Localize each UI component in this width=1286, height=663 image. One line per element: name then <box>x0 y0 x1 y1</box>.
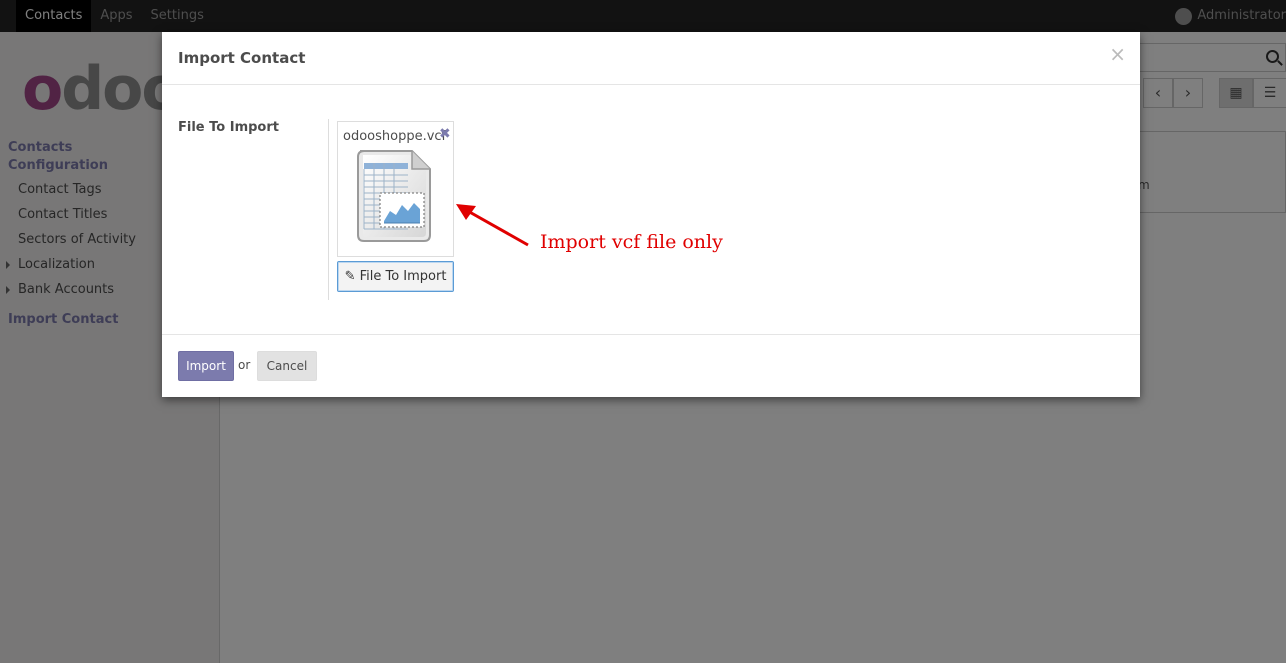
or-text: or <box>238 358 251 372</box>
close-icon[interactable]: × <box>1109 43 1126 65</box>
file-preview: odooshoppe.vcf ✖ <box>337 121 454 257</box>
remove-file-icon[interactable]: ✖ <box>439 126 451 142</box>
field-divider <box>328 119 329 300</box>
import-contact-dialog: Import Contact × File To Import odooshop… <box>162 32 1140 397</box>
modal-title: Import Contact <box>178 49 306 67</box>
import-button[interactable]: Import <box>178 351 234 381</box>
modal-header: Import Contact × <box>162 32 1140 85</box>
file-name: odooshoppe.vcf <box>343 129 447 144</box>
annotation-text: Import vcf file only <box>540 231 723 253</box>
file-to-import-label: File To Import <box>178 120 279 135</box>
cancel-button[interactable]: Cancel <box>257 351 317 381</box>
file-to-import-button[interactable]: ✎ File To Import <box>337 261 454 292</box>
spreadsheet-file-icon <box>357 150 431 242</box>
annotation-arrow-icon <box>456 204 529 247</box>
modal-footer: Import or Cancel <box>162 334 1140 398</box>
